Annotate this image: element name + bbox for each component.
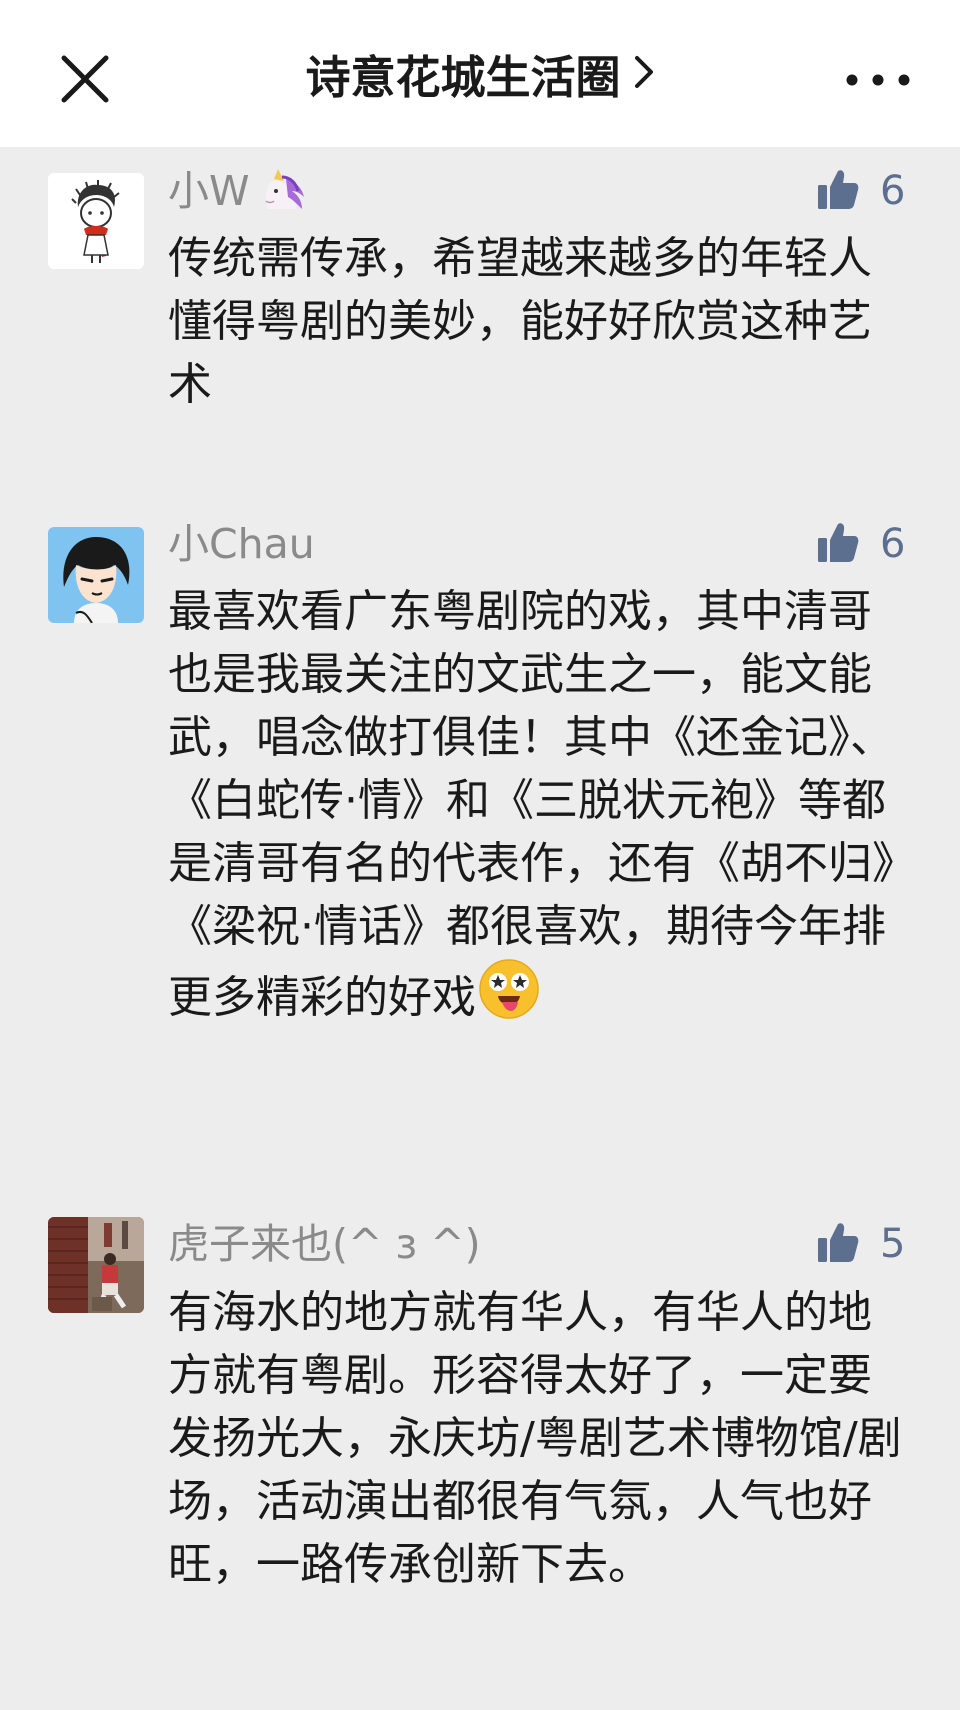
close-icon[interactable] — [52, 46, 118, 112]
comment-nickname: 小W — [168, 161, 308, 221]
like-button[interactable]: 5 — [816, 1214, 905, 1274]
avatar[interactable] — [48, 1217, 144, 1313]
star-struck-face-emoji — [478, 958, 540, 1037]
thumbs-up-icon — [816, 167, 860, 215]
thumbs-up-icon — [816, 520, 860, 568]
comment-text: 最喜欢看广东粤剧院的戏，其中清哥也是我最关注的文武生之一，能文能武，唱念做打俱佳… — [168, 580, 903, 1037]
more-horizontal-icon[interactable] — [840, 60, 920, 100]
thumbs-up-icon — [816, 1220, 860, 1268]
chevron-right-icon — [633, 48, 655, 101]
nickname-text: 小W — [168, 167, 250, 215]
comment-nickname: 虎子来也(^ з ^) — [168, 1214, 481, 1274]
unicorn-emoji — [256, 167, 308, 215]
nickname-text: 虎子来也(^ з ^) — [168, 1220, 481, 1268]
like-count: 6 — [880, 168, 906, 214]
comment-text: 传统需传承，希望越来越多的年轻人懂得粤剧的美妙，能好好欣赏这种艺术 — [168, 233, 872, 410]
top-bar: 诗意花城生活圈 — [0, 0, 960, 147]
like-count: 6 — [880, 521, 906, 567]
nickname-text: 小Chau — [168, 520, 315, 568]
like-button[interactable]: 6 — [816, 161, 905, 221]
like-button[interactable]: 6 — [816, 514, 905, 574]
comment-text: 有海水的地方就有华人，有华人的地方就有粤剧。形容得太好了，一定要发扬光大，永庆坊… — [168, 1287, 902, 1590]
like-count: 5 — [880, 1221, 906, 1267]
page-title-text: 诗意花城生活圈 — [305, 51, 621, 104]
avatar[interactable] — [48, 527, 144, 623]
comment-nickname: 小Chau — [168, 514, 315, 574]
page-title[interactable]: 诗意花城生活圈 — [240, 0, 720, 147]
avatar[interactable] — [48, 173, 144, 269]
